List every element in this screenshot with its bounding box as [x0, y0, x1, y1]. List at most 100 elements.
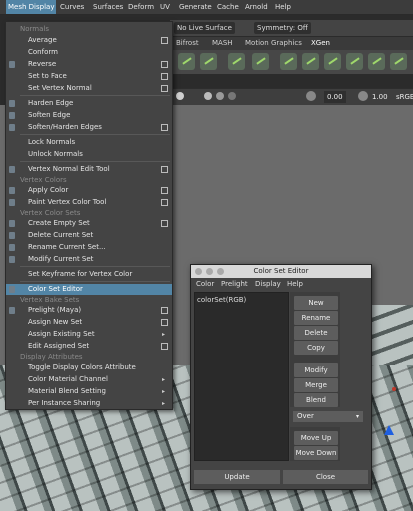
manipulator-icon[interactable] [384, 425, 394, 435]
zoom-window-icon[interactable] [217, 268, 224, 275]
rename-button[interactable]: Rename [294, 311, 338, 325]
xgen-tool-icon[interactable] [228, 53, 245, 70]
menu-item-modify-current-set[interactable]: Modify Current Set [6, 254, 172, 265]
menu-item-harden-edge[interactable]: Harden Edge [6, 98, 172, 109]
editor-menu-color[interactable]: Color [196, 279, 214, 290]
colorspace-label[interactable]: sRGB [396, 91, 413, 103]
new-button[interactable]: New [294, 296, 338, 310]
option-box-icon[interactable] [161, 37, 168, 44]
menu-item-color-set-editor[interactable]: Color Set Editor [6, 284, 172, 295]
menu-uv[interactable]: UV [158, 0, 172, 14]
xgen-tool-icon[interactable] [368, 53, 385, 70]
xgen-tool-icon[interactable] [280, 53, 297, 70]
live-surface-field[interactable]: No Live Surface [174, 22, 235, 34]
menu-item-create-empty-set[interactable]: Create Empty Set [6, 218, 172, 229]
option-box-icon[interactable] [161, 343, 168, 350]
option-box-icon[interactable] [161, 199, 168, 206]
menu-item-toggle-display-colors[interactable]: Toggle Display Colors Attribute [6, 362, 172, 373]
menu-item-paint-vertex-color-tool[interactable]: Paint Vertex Color Tool [6, 197, 172, 208]
menu-item-conform[interactable]: Conform [6, 47, 172, 58]
blend-button[interactable]: Blend [294, 393, 338, 407]
menu-item-reverse[interactable]: Reverse [6, 59, 172, 70]
tab-bifrost[interactable]: Bifrost [176, 37, 199, 50]
menu-item-set-keyframe-vertex-color[interactable]: Set Keyframe for Vertex Color [6, 269, 172, 280]
shading-icon[interactable] [204, 92, 212, 100]
separator [20, 161, 170, 162]
option-box-icon[interactable] [161, 85, 168, 92]
menu-curves[interactable]: Curves [58, 0, 86, 14]
move-down-button[interactable]: Move Down [294, 446, 338, 460]
menu-item-delete-current-set[interactable]: Delete Current Set [6, 230, 172, 241]
option-box-icon[interactable] [161, 166, 168, 173]
menu-deform[interactable]: Deform [126, 0, 156, 14]
menu-item-material-blend-setting[interactable]: Material Blend Setting ▸ [6, 386, 172, 397]
section-display-attributes: Display Attributes [20, 353, 83, 361]
xgen-tool-icon[interactable] [252, 53, 269, 70]
merge-button[interactable]: Merge [294, 378, 338, 392]
blend-mode-dropdown[interactable]: Over ▾ [293, 411, 363, 422]
tab-mash[interactable]: MASH [212, 37, 233, 50]
xgen-tool-icon[interactable] [178, 53, 195, 70]
option-box-icon[interactable] [161, 220, 168, 227]
minimize-window-icon[interactable] [206, 268, 213, 275]
delete-set-icon [9, 232, 15, 239]
editor-menu-display[interactable]: Display [255, 279, 281, 290]
editor-menu-help[interactable]: Help [287, 279, 303, 290]
menu-surfaces[interactable]: Surfaces [91, 0, 125, 14]
xgen-tool-icon[interactable] [200, 53, 217, 70]
option-box-icon[interactable] [161, 187, 168, 194]
shelf-tabs: Bifrost MASH Motion Graphics XGen [170, 37, 413, 50]
menu-item-soften-harden-edges[interactable]: Soften/Harden Edges [6, 122, 172, 133]
menu-item-per-instance-sharing[interactable]: Per Instance Sharing ▸ [6, 398, 172, 409]
menu-item-rename-current-set[interactable]: Rename Current Set... [6, 242, 172, 253]
menu-item-color-material-channel[interactable]: Color Material Channel ▸ [6, 374, 172, 385]
menu-generate[interactable]: Generate [177, 0, 214, 14]
xgen-tool-icon[interactable] [346, 53, 363, 70]
manipulator-icon[interactable] [392, 387, 396, 391]
menu-mesh-display[interactable]: Mesh Display [6, 0, 57, 14]
option-box-icon[interactable] [161, 61, 168, 68]
delete-button[interactable]: Delete [294, 326, 338, 340]
tab-motion-graphics[interactable]: Motion Graphics [245, 37, 302, 50]
color-set-list[interactable]: colorSet(RGB) [194, 292, 289, 461]
menu-cache[interactable]: Cache [215, 0, 241, 14]
xgen-tool-icon[interactable] [324, 53, 341, 70]
editor-menu-prelight[interactable]: Prelight [221, 279, 248, 290]
update-button[interactable]: Update [194, 470, 280, 484]
menu-item-prelight-maya[interactable]: Prelight (Maya) [6, 305, 172, 316]
menu-item-vertex-normal-edit-tool[interactable]: Vertex Normal Edit Tool [6, 164, 172, 175]
list-item[interactable]: colorSet(RGB) [197, 296, 246, 304]
menu-arnold[interactable]: Arnold [243, 0, 270, 14]
menu-item-apply-color[interactable]: Apply Color [6, 185, 172, 196]
status-line: No Live Surface Symmetry: Off [170, 20, 413, 36]
modify-button[interactable]: Modify [294, 363, 338, 377]
exposure-field[interactable]: 0.00 [324, 91, 346, 103]
symmetry-dropdown[interactable]: Symmetry: Off [254, 22, 311, 34]
gamma-field[interactable]: 1.00 [360, 91, 388, 103]
shading-icon[interactable] [216, 92, 224, 100]
option-box-icon[interactable] [161, 319, 168, 326]
menu-item-set-to-face[interactable]: Set to Face [6, 71, 172, 82]
menu-item-edit-assigned-set[interactable]: Edit Assigned Set [6, 341, 172, 352]
tab-xgen[interactable]: XGen [311, 37, 330, 50]
xgen-tool-icon[interactable] [390, 53, 407, 70]
menu-item-average[interactable]: Average [6, 35, 172, 46]
light-icon[interactable] [176, 92, 184, 100]
menu-item-soften-edge[interactable]: Soften Edge [6, 110, 172, 121]
option-box-icon[interactable] [161, 307, 168, 314]
window-titlebar[interactable]: Color Set Editor [191, 265, 371, 278]
xgen-tool-icon[interactable] [302, 53, 319, 70]
menu-item-assign-new-set[interactable]: Assign New Set [6, 317, 172, 328]
shading-icon[interactable] [228, 92, 236, 100]
menu-item-assign-existing-set[interactable]: Assign Existing Set ▸ [6, 329, 172, 340]
copy-button[interactable]: Copy [294, 341, 338, 355]
menu-item-lock-normals[interactable]: Lock Normals [6, 137, 172, 148]
move-up-button[interactable]: Move Up [294, 431, 338, 445]
menu-item-set-vertex-normal[interactable]: Set Vertex Normal [6, 83, 172, 94]
menu-help[interactable]: Help [273, 0, 293, 14]
option-box-icon[interactable] [161, 124, 168, 131]
close-window-icon[interactable] [195, 268, 202, 275]
option-box-icon[interactable] [161, 73, 168, 80]
close-button[interactable]: Close [283, 470, 368, 484]
menu-item-unlock-normals[interactable]: Unlock Normals [6, 149, 172, 160]
